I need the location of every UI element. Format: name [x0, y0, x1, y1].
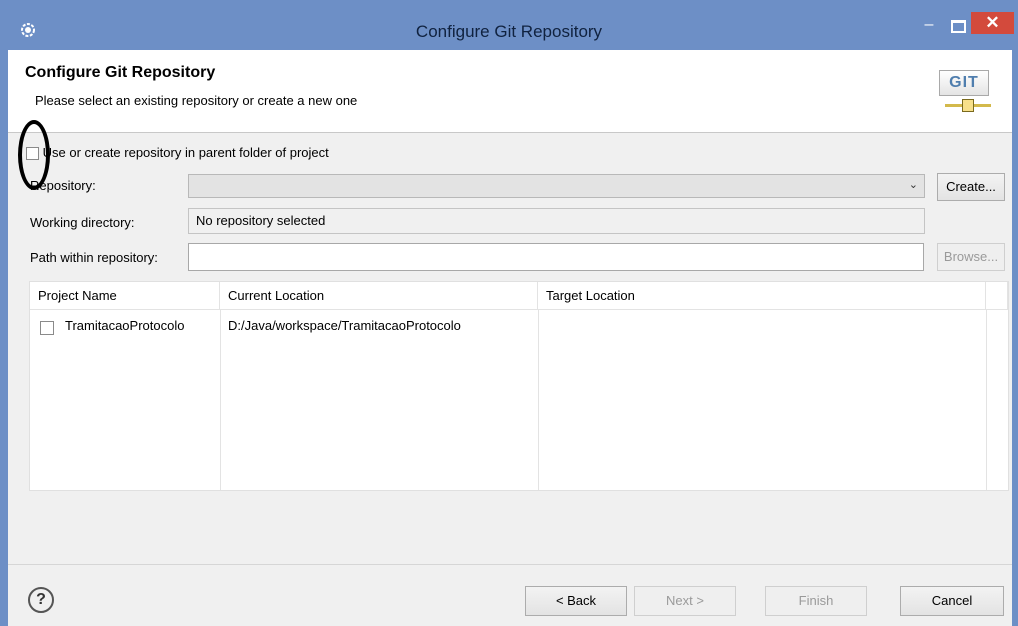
maximize-icon: [951, 20, 966, 33]
working-directory-value: No repository selected: [196, 213, 326, 228]
window-title: Configure Git Repository: [415, 22, 603, 41]
repository-combo[interactable]: ⌄: [188, 174, 925, 198]
cancel-button[interactable]: Cancel: [900, 586, 1004, 616]
column-target-location: [538, 310, 987, 490]
working-directory-label: Working directory:: [30, 215, 135, 230]
working-directory-field: No repository selected: [188, 208, 925, 234]
project-name-cell: TramitacaoProtocolo: [65, 318, 185, 333]
maximize-button[interactable]: [946, 16, 968, 34]
window-frame-right: [1012, 50, 1018, 626]
use-parent-folder-label: Use or create repository in parent folde…: [42, 145, 329, 160]
column-project-name: [30, 310, 221, 490]
window-frame-left: [0, 50, 8, 626]
browse-button[interactable]: Browse...: [937, 243, 1005, 271]
git-logo-knob: [962, 99, 974, 112]
finish-button[interactable]: Finish: [765, 586, 867, 616]
path-within-repository-input[interactable]: [188, 243, 924, 271]
dialog-window: Configure Git Repository – ✕ Configure G…: [0, 0, 1018, 626]
minimize-button[interactable]: –: [918, 16, 940, 34]
next-button[interactable]: Next >: [634, 586, 736, 616]
dialog-content: Configure Git Repository Please select a…: [8, 50, 1012, 626]
repository-label: Repository:: [30, 178, 96, 193]
back-button[interactable]: < Back: [525, 586, 627, 616]
chevron-down-icon[interactable]: ⌄: [909, 178, 918, 191]
help-icon[interactable]: ?: [28, 587, 54, 613]
project-row-checkbox[interactable]: [40, 321, 54, 335]
projects-table: Project Name Current Location Target Loc…: [29, 281, 1009, 491]
footer-divider: [8, 564, 1012, 565]
column-header-current-location[interactable]: Current Location: [220, 282, 538, 310]
column-header-filler: [986, 282, 1008, 310]
column-current-location: [220, 310, 539, 490]
column-header-target-location[interactable]: Target Location: [538, 282, 986, 310]
create-button[interactable]: Create...: [937, 173, 1005, 201]
git-logo-icon: GIT: [939, 70, 993, 114]
use-parent-folder-option[interactable]: Use or create repository in parent folde…: [26, 145, 329, 161]
title-bar: Configure Git Repository – ✕: [0, 0, 1018, 50]
wizard-header: Configure Git Repository Please select a…: [8, 50, 1012, 133]
page-title: Configure Git Repository: [25, 64, 216, 81]
close-button[interactable]: ✕: [971, 12, 1014, 34]
current-location-cell: D:/Java/workspace/TramitacaoProtocolo: [228, 318, 461, 333]
path-within-repository-label: Path within repository:: [30, 250, 158, 265]
git-logo-text: GIT: [939, 70, 989, 96]
column-header-project-name[interactable]: Project Name: [30, 282, 220, 310]
close-icon: ✕: [985, 13, 1000, 32]
page-subtitle: Please select an existing repository or …: [35, 93, 358, 108]
